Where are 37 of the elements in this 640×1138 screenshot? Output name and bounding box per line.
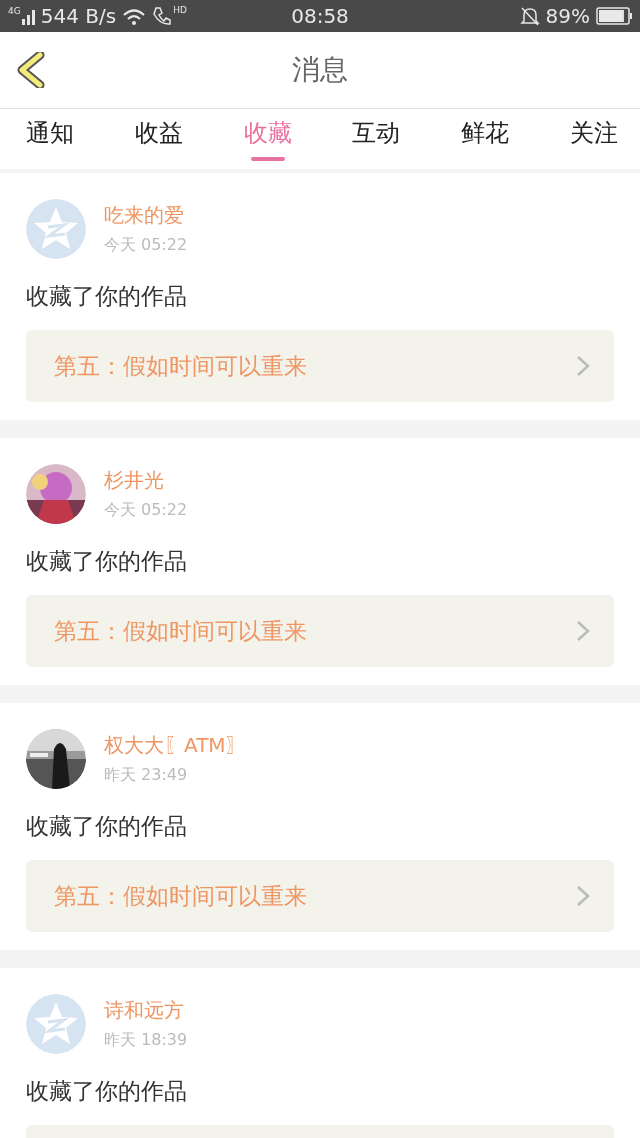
wifi-icon [122,6,147,26]
network-label: 4G [8,7,21,16]
chevron-right-icon [576,885,590,907]
message-time: 今天 05:22 [104,235,188,256]
work-link[interactable]: 第五：假如时间可以重来 [26,330,614,402]
tab[interactable]: 收藏 [243,109,292,169]
user-name[interactable]: 权大大〖ATM〗 [104,732,246,759]
default-avatar-icon [26,199,86,259]
work-link[interactable]: 第五：假如时间可以重来 [26,860,614,932]
message-text: 收藏了你的作品 [26,547,188,576]
default-avatar-icon [26,994,86,1054]
user-name[interactable]: 杉井光 [104,467,188,494]
chevron-right-icon [576,620,590,642]
tab[interactable]: 通知 [26,109,74,169]
chevron-right-icon [576,355,590,377]
phone-icon [152,6,173,26]
network-speed: 544 B/s [40,4,117,28]
tab[interactable]: 互动 [352,109,401,169]
muted-bell-icon [519,5,540,27]
message-text: 收藏了你的作品 [26,812,188,841]
message-time: 昨天 23:49 [104,765,189,786]
signal-icon [21,7,35,25]
tab[interactable]: 收益 [134,109,183,169]
user-name[interactable]: 吃来的爱 [104,202,188,229]
battery-percent: 89% [545,4,590,28]
battery-icon [596,7,632,25]
tab[interactable]: 关注 [570,109,618,169]
user-name[interactable]: 诗和远方 [104,997,188,1024]
hd-label: HD [173,6,187,15]
message-time: 昨天 18:39 [104,1030,188,1051]
clock: 08:58 [291,4,349,28]
message-text: 收藏了你的作品 [26,282,188,311]
message-text: 收藏了你的作品 [26,1077,188,1106]
work-link[interactable]: 第五：假如时间可以重来 [26,595,614,667]
tab[interactable]: 鲜花 [461,109,510,169]
message-time: 今天 05:22 [104,500,188,521]
page-title: 消息 [291,52,349,88]
